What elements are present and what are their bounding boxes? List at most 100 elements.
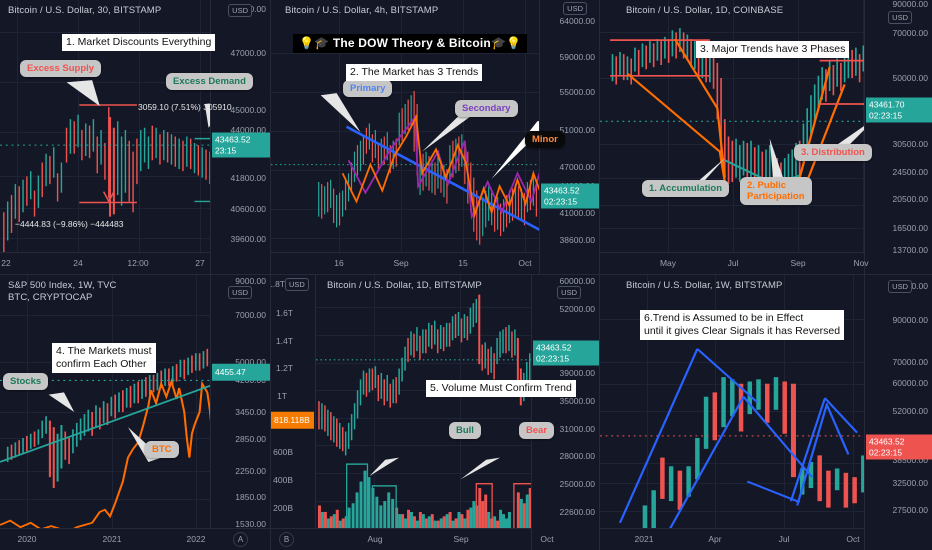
last-price-tag-5: 43463.52 02:23:15: [533, 340, 599, 366]
price-tick: 90000.00: [892, 0, 928, 9]
time-axis-5[interactable]: Aug Sep Oct B: [271, 528, 554, 550]
volume-tick: 1.2T: [275, 363, 293, 373]
panel-trend-in-effect[interactable]: 6.Trend is Assumed to be in Effect until…: [600, 275, 932, 550]
time-tick: 12:00: [127, 258, 149, 268]
price-tick: 16500.00: [892, 223, 928, 233]
bubble-btc[interactable]: BTC: [145, 441, 179, 458]
time-axis-3[interactable]: May Jul Sep Nov: [600, 252, 869, 274]
price-axis-4[interactable]: USD 9000.00 7000.00 5000.00 4200.00 3450…: [210, 275, 270, 550]
volume-tick: 1.6T: [275, 308, 293, 318]
last-price-tag-6: 43463.52 02:23:15: [866, 434, 932, 460]
bubble-distribution[interactable]: 3. Distribution: [794, 144, 872, 161]
last-price-time: 23:15: [215, 145, 237, 155]
time-tick: 27: [195, 258, 205, 268]
headline-4: 4. The Markets must confirm Each Other: [52, 343, 156, 373]
time-tick: Oct: [540, 534, 554, 544]
time-tick: Oct: [518, 258, 532, 268]
time-tick: 2021: [634, 534, 654, 544]
panel-title-4-sub: BTC, CRYPTOCAP: [8, 292, 93, 303]
price-tick: 32500.00: [892, 478, 928, 488]
price-tick: 30500.00: [892, 139, 928, 149]
bubble-minor[interactable]: Minor: [525, 131, 565, 148]
main-title: 💡🎓 The DOW Theory & Bitcoin🎓💡: [293, 34, 528, 53]
panel-three-phases[interactable]: 3. Major Trends have 3 Phases 1. Accumul…: [600, 0, 932, 275]
price-tick: 41000.00: [559, 208, 595, 218]
price-tick: 39600.00: [230, 234, 266, 244]
chart-grid: 1. Market Discounts Everything Excess Su…: [0, 0, 932, 550]
price-tick: 55000.00: [559, 87, 595, 97]
time-tick: Oct: [846, 534, 860, 544]
bubble-secondary[interactable]: Secondary: [455, 100, 518, 117]
panel-title-1[interactable]: Bitcoin / U.S. Dollar, 30, BITSTAMP: [8, 5, 161, 17]
time-tick: Sep: [393, 258, 409, 268]
price-tick: 13700.00: [892, 245, 928, 255]
panel-market-discounts[interactable]: 1. Market Discounts Everything Excess Su…: [0, 0, 271, 275]
time-tick: Apr: [708, 534, 722, 544]
price-tick: 35000.00: [559, 396, 595, 406]
price-tick: 90000.00: [892, 315, 928, 325]
panel-three-trends[interactable]: 💡🎓 The DOW Theory & Bitcoin🎓💡 2. The Mar…: [271, 0, 600, 275]
bubble-excess-supply[interactable]: Excess Supply: [20, 60, 102, 77]
panel-title-4[interactable]: S&P 500 Index, 1W, TVC BTC, CRYPTOCAP: [8, 280, 117, 304]
time-axis-1[interactable]: 22 24 12:00 27: [0, 252, 210, 274]
price-tick: 22600.00: [559, 507, 595, 517]
bubble-bear[interactable]: Bear: [519, 422, 555, 439]
time-axis-4[interactable]: 2020 2021 2022 A: [0, 528, 270, 550]
usd-badge-3: USD: [888, 11, 912, 24]
price-tick: 41800.00: [230, 173, 266, 183]
time-tick: May: [659, 258, 677, 268]
headline-1: 1. Market Discounts Everything: [62, 34, 216, 51]
price-tick: 25000.00: [559, 479, 595, 489]
time-axis-2[interactable]: 16 Sep 15 Oct: [271, 252, 539, 274]
price-axis-5[interactable]: USD 60000.00 52000.00 39000.00 35000.00 …: [531, 275, 599, 550]
headline-2: 2. The Market has 3 Trends: [346, 64, 483, 81]
price-tick: 27500.00: [892, 505, 928, 515]
bubble-primary[interactable]: Primary: [343, 80, 393, 97]
panel-title-5[interactable]: Bitcoin / U.S. Dollar, 1D, BITSTAMP: [327, 280, 482, 292]
price-axis-6[interactable]: USD 110000.00 90000.00 70000.00 60000.00…: [864, 275, 932, 550]
price-axis-1[interactable]: USD 49000.00 47000.00 45000.00 44000.00 …: [210, 0, 270, 274]
price-tick: 52000.00: [559, 304, 595, 314]
last-price-tag-4: 4455.47: [212, 363, 270, 381]
last-price-tag-3: 43461.70 02:23:15: [866, 97, 932, 123]
time-tick: 15: [458, 258, 468, 268]
price-tick: 9000.00: [235, 276, 266, 286]
price-tick: 3450.00: [235, 407, 266, 417]
price-tick: 51000.00: [559, 125, 595, 135]
last-price-time: 02:23:15: [869, 447, 903, 457]
bubble-bull[interactable]: Bull: [449, 422, 481, 439]
headline-3: 3. Major Trends have 3 Phases: [696, 41, 850, 58]
price-tick: 60000.00: [892, 378, 928, 388]
panel-title-3[interactable]: Bitcoin / U.S. Dollar, 1D, COINBASE: [626, 5, 783, 17]
layout-badge-b[interactable]: B: [279, 532, 294, 547]
price-tick: 52000.00: [892, 406, 928, 416]
price-axis-3[interactable]: USD 90000.00 70000.00 50000.00 38000.00 …: [864, 0, 932, 274]
usd-badge-5: USD: [557, 286, 581, 299]
panel-volume-confirm[interactable]: 5. Volume Must Confirm Trend Bull Bear B…: [271, 275, 600, 550]
bubble-stocks[interactable]: Stocks: [3, 373, 49, 390]
price-tick: 70000.00: [892, 28, 928, 38]
layout-badge-a[interactable]: A: [233, 532, 248, 547]
time-tick: Sep: [453, 534, 469, 544]
usd-badge-6: USD: [888, 280, 912, 293]
headline-5: 5. Volume Must Confirm Trend: [426, 380, 576, 397]
panel-markets-confirm[interactable]: 4. The Markets must confirm Each Other S…: [0, 275, 271, 550]
price-tick: 2250.00: [235, 466, 266, 476]
usd-badge-1: USD: [228, 4, 252, 17]
price-tick: 1850.00: [235, 492, 266, 502]
price-tick: 59000.00: [559, 52, 595, 62]
bubble-excess-demand[interactable]: Excess Demand: [166, 73, 253, 90]
panel-title-6[interactable]: Bitcoin / U.S. Dollar, 1W, BITSTAMP: [626, 280, 782, 292]
usd-badge-4: USD: [228, 286, 252, 299]
price-tick: 40600.00: [230, 204, 266, 214]
time-axis-6[interactable]: 2021 Apr Jul Oct: [600, 528, 864, 550]
last-price-time: 02:23:15: [536, 353, 570, 363]
usd-badge-5-left: USD: [285, 278, 309, 291]
panel-title-2[interactable]: Bitcoin / U.S. Dollar, 4h, BITSTAMP: [285, 5, 438, 17]
last-price-tag-1: 43463.52 23:15: [212, 132, 270, 158]
price-tick: 28000.00: [559, 451, 595, 461]
price-tick: 24500.00: [892, 167, 928, 177]
volume-axis-5[interactable]: USD 1.8T 1.6T 1.4T 1.2T 1T 600B 400B 200…: [271, 275, 316, 550]
bubble-accumulation[interactable]: 1. Accumulation: [642, 180, 730, 197]
bubble-public-participation[interactable]: 2. Public Participation: [740, 177, 812, 205]
